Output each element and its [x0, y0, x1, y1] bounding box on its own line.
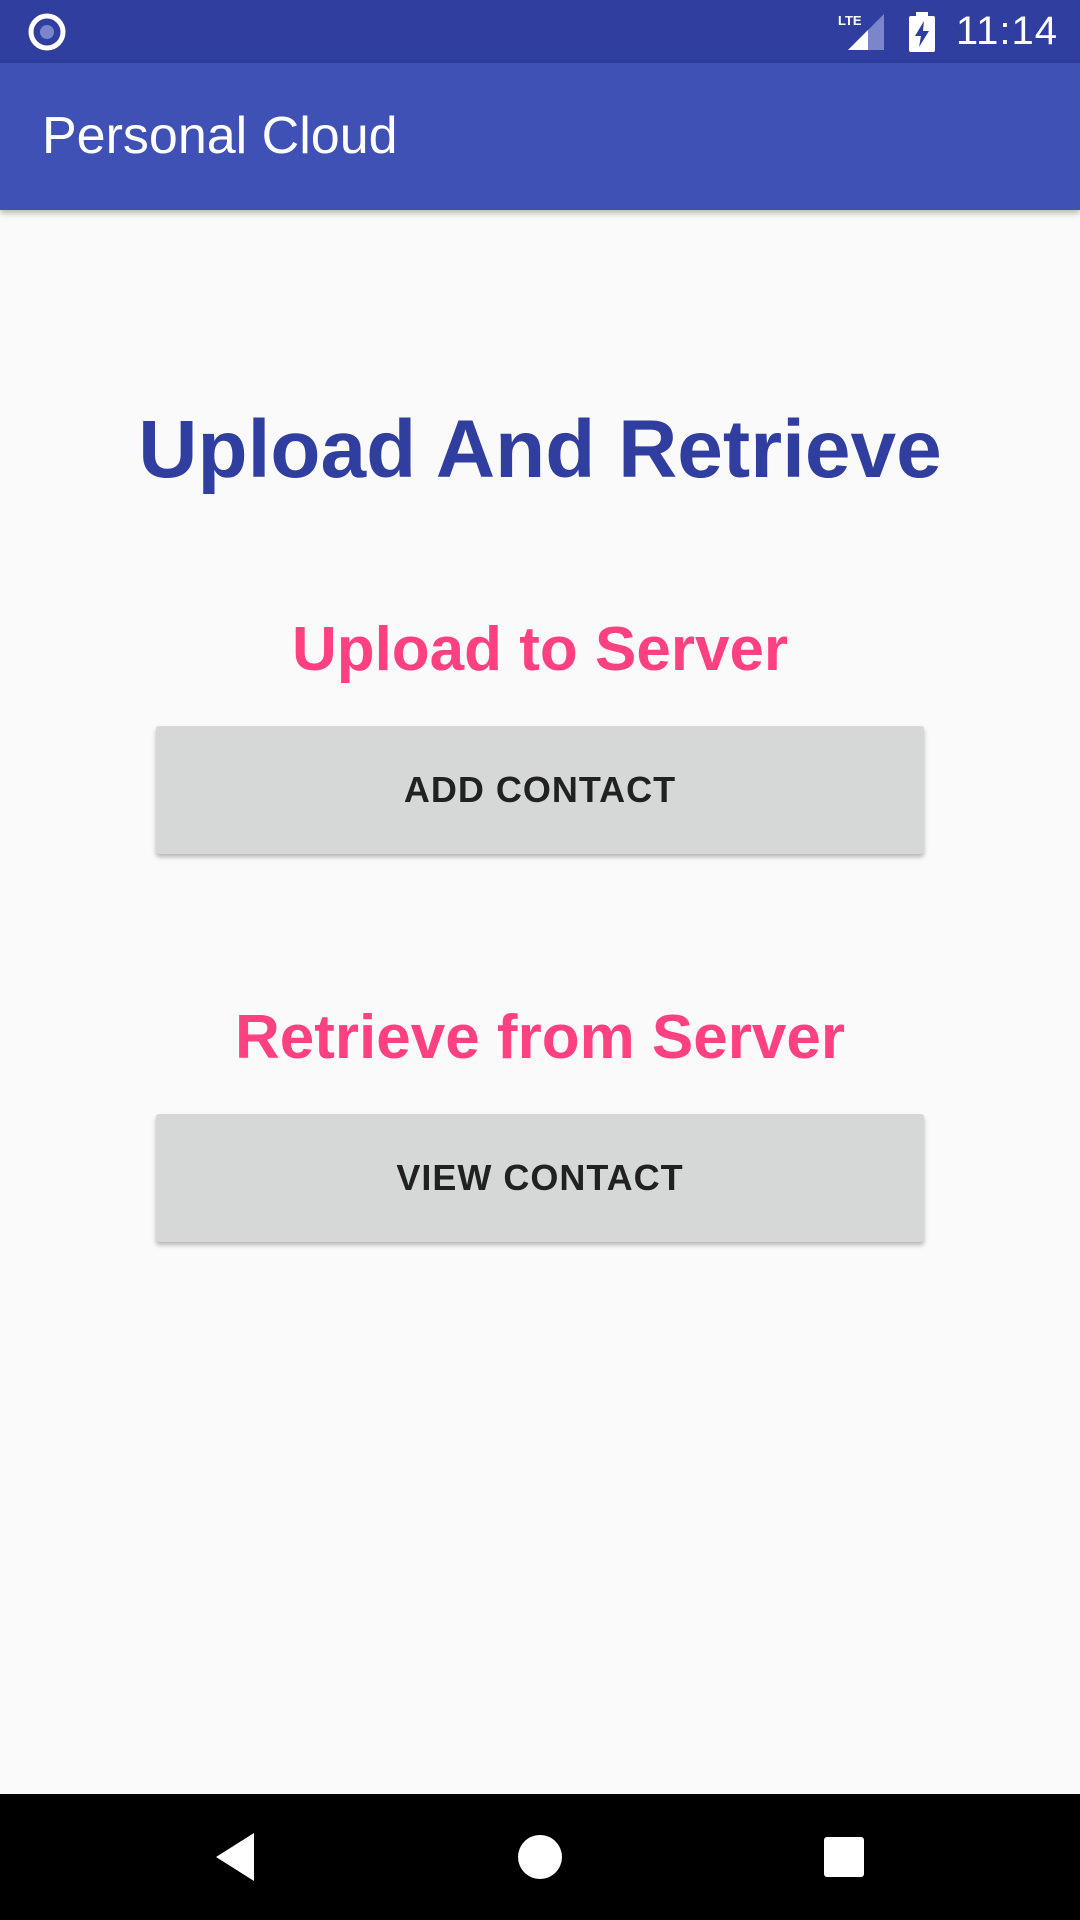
- lte-signal-icon: LTE: [838, 13, 884, 50]
- add-contact-button[interactable]: ADD CONTACT: [156, 726, 924, 854]
- lte-label: LTE: [838, 13, 862, 28]
- back-icon[interactable]: [204, 1825, 268, 1889]
- view-contact-button[interactable]: VIEW CONTACT: [156, 1114, 924, 1242]
- radio-icon: [28, 13, 66, 51]
- navigation-bar: [0, 1794, 1080, 1920]
- page-heading: Upload And Retrieve: [138, 404, 942, 495]
- status-bar: LTE 11:14: [0, 0, 1080, 63]
- upload-section-heading: Upload to Server: [291, 615, 789, 684]
- recents-icon[interactable]: [812, 1825, 876, 1889]
- main-content: Upload And Retrieve Upload to Server ADD…: [0, 210, 1080, 1794]
- status-time: 11:14: [955, 9, 1058, 53]
- retrieve-section-heading: Retrieve from Server: [235, 1003, 845, 1072]
- status-icons: LTE 11:14: [838, 0, 1058, 63]
- app-bar: Personal Cloud: [0, 63, 1080, 210]
- battery-charging-icon: [908, 11, 935, 52]
- app-title: Personal Cloud: [42, 107, 398, 165]
- home-icon[interactable]: [508, 1825, 572, 1889]
